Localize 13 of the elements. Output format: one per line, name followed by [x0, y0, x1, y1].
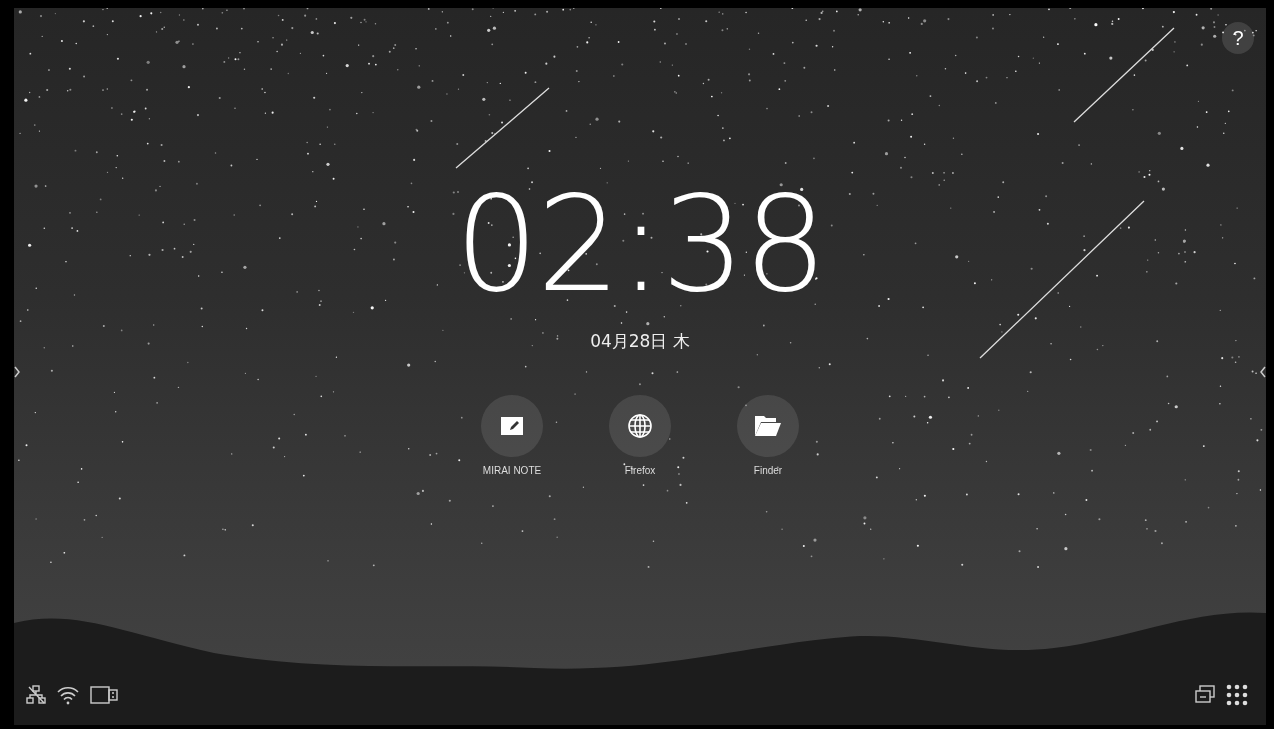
- app-grid-icon[interactable]: [1226, 684, 1248, 706]
- pencil-pad-icon: [501, 417, 523, 435]
- clock-time: 02:38: [454, 178, 826, 310]
- usb-drive-icon[interactable]: [90, 686, 120, 704]
- chevron-left-icon[interactable]: [1260, 365, 1266, 379]
- windows-icon[interactable]: [1194, 685, 1216, 705]
- clock-date: 04月28日 木: [590, 330, 690, 353]
- wifi-icon[interactable]: [56, 685, 80, 705]
- globe-icon: [627, 413, 653, 439]
- folder-icon: [755, 416, 781, 436]
- network-disconnected-icon[interactable]: [26, 685, 46, 705]
- chevron-right-icon[interactable]: [14, 365, 20, 379]
- help-button[interactable]: ?: [1222, 22, 1254, 54]
